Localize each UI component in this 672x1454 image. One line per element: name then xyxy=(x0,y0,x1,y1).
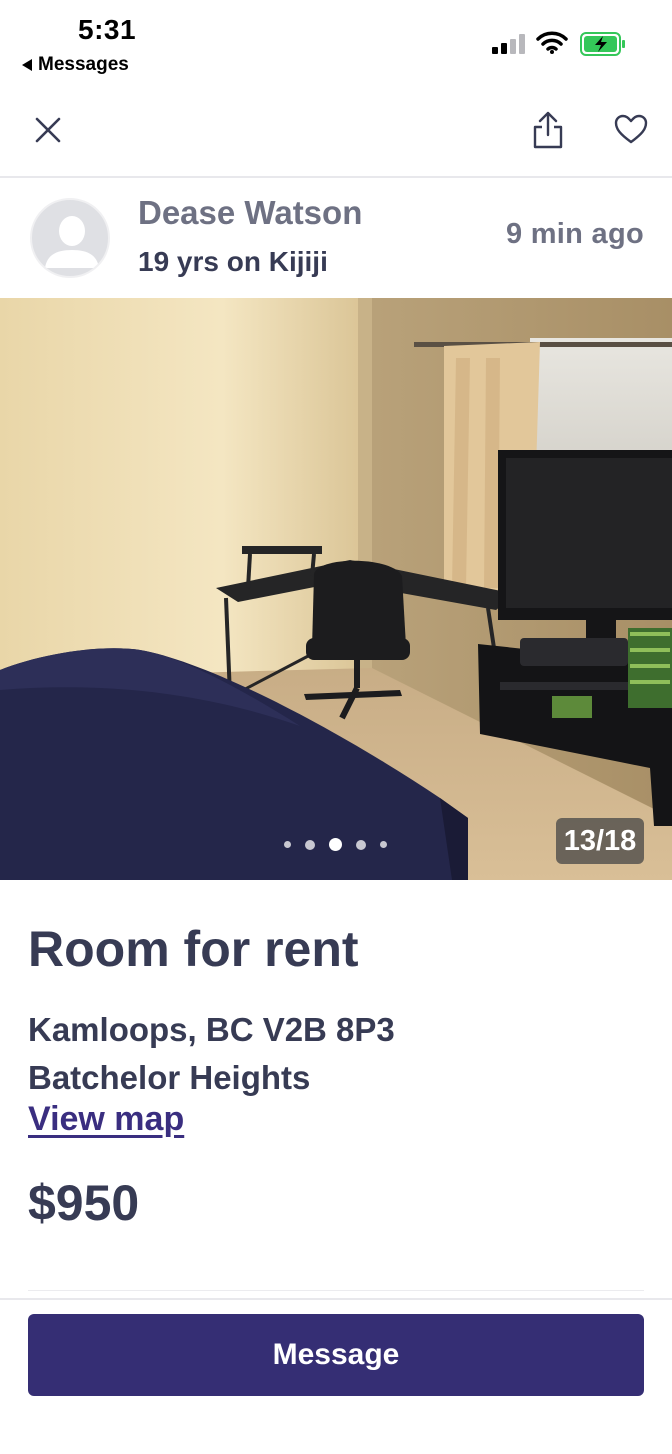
status-bar: 5:31 Messages xyxy=(0,0,672,88)
pager-dot[interactable] xyxy=(380,841,387,848)
top-nav xyxy=(0,88,672,178)
listing-title: Room for rent xyxy=(28,921,359,977)
room-photo-illustration xyxy=(0,298,672,880)
battery-charging-icon xyxy=(580,32,625,56)
address-line-2: Batchelor Heights xyxy=(28,1059,311,1096)
message-button[interactable]: Message xyxy=(28,1314,644,1396)
posted-time: 9 min ago xyxy=(505,218,644,250)
pager-dot[interactable] xyxy=(284,841,291,848)
signal-icon xyxy=(492,34,526,54)
pager-dot[interactable] xyxy=(305,839,315,850)
photo-counter: 13/18 xyxy=(556,818,644,864)
heart-icon xyxy=(614,114,648,144)
back-to-messages[interactable]: Messages xyxy=(22,54,129,76)
address-line-1: Kamloops, BC V2B 8P3 xyxy=(28,1011,395,1048)
pager-dot-active[interactable] xyxy=(329,838,342,851)
share-icon xyxy=(533,111,563,149)
listing-address: Kamloops, BC V2B 8P3 Batchelor Heights xyxy=(28,1006,395,1102)
seller-tenure: 19 yrs on Kijiji xyxy=(138,246,328,277)
listing-price: $950 xyxy=(28,1175,140,1231)
favorite-button[interactable] xyxy=(608,106,654,152)
divider xyxy=(28,1290,644,1291)
back-triangle-icon xyxy=(22,59,32,71)
wifi-icon xyxy=(536,31,568,54)
seller-info[interactable]: Dease Watson 19 yrs on Kijiji 9 min ago xyxy=(0,180,672,298)
avatar xyxy=(30,198,110,278)
status-time: 5:31 xyxy=(78,14,137,45)
seller-name: Dease Watson xyxy=(138,194,363,231)
photo-pager[interactable] xyxy=(284,838,387,851)
close-icon xyxy=(35,117,61,143)
pager-dot[interactable] xyxy=(356,839,366,850)
listing-photo[interactable]: 13/18 xyxy=(0,298,672,880)
view-map-link[interactable]: View map xyxy=(28,1100,184,1139)
bottom-action-bar: Message xyxy=(0,1298,672,1454)
close-button[interactable] xyxy=(26,108,70,152)
back-label: Messages xyxy=(38,54,129,75)
user-placeholder-icon xyxy=(45,216,99,268)
share-button[interactable] xyxy=(526,106,570,154)
